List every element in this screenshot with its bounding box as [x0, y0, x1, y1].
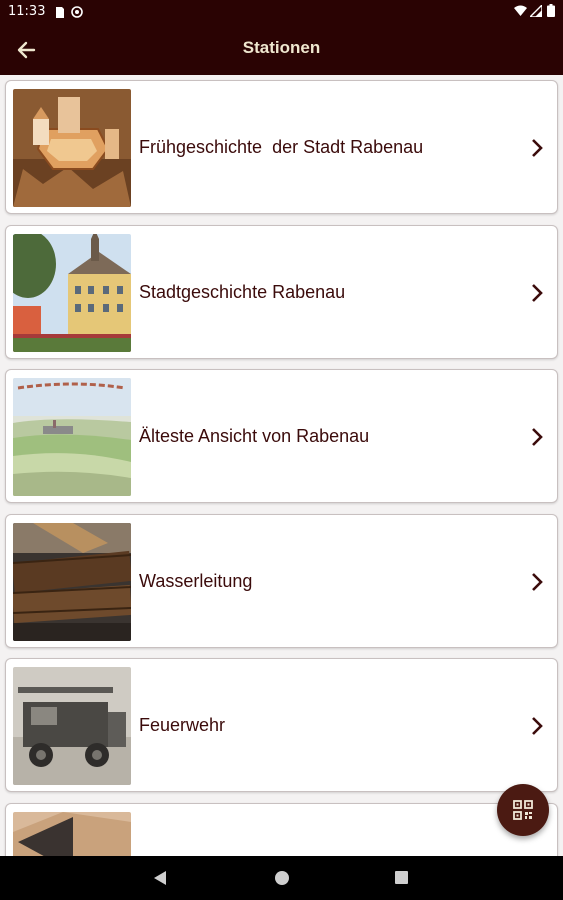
station-label: Stadtgeschichte Rabenau	[139, 282, 346, 302]
chevron-right-icon	[530, 715, 544, 737]
chevron-right-icon	[530, 426, 544, 448]
chevron-right-icon	[530, 571, 544, 593]
status-time: 11:33	[8, 4, 46, 19]
station-label: Älteste Ansicht von Rabenau	[139, 426, 370, 446]
wifi-icon	[514, 5, 527, 16]
station-card-aelteste-ansicht[interactable]: Älteste Ansicht von Rabenau	[5, 369, 558, 503]
station-card-wasserleitung[interactable]: Wasserleitung	[5, 514, 558, 648]
qr-code-icon	[513, 800, 533, 820]
home-circle-icon[interactable]	[275, 871, 289, 890]
back-triangle-icon[interactable]	[153, 870, 167, 891]
system-nav-bar	[0, 856, 563, 900]
battery-icon	[547, 4, 555, 17]
castle-model-image	[13, 89, 131, 207]
fire-truck-photo-image	[13, 667, 131, 785]
station-card-feuerwehr[interactable]: Feuerwehr	[5, 658, 558, 792]
status-bar: 11:33	[0, 0, 563, 24]
recents-square-icon[interactable]	[395, 871, 408, 889]
sim-card-icon	[54, 6, 65, 18]
qr-scan-button[interactable]	[497, 784, 549, 836]
app-bar: Stationen	[0, 24, 563, 75]
chevron-right-icon	[530, 137, 544, 159]
station-label: Wasserleitung	[139, 571, 253, 591]
station-card-stadtgeschichte[interactable]: Stadtgeschichte Rabenau	[5, 225, 558, 359]
exhibit-image	[13, 812, 131, 856]
wooden-pipe-image	[13, 523, 131, 641]
town-hall-image	[13, 234, 131, 352]
station-label: Frühgeschichte der Stadt Rabenau	[139, 137, 424, 157]
old-town-painting-image	[13, 378, 131, 496]
page-title: Stationen	[242, 38, 321, 57]
station-card-partial[interactable]	[5, 803, 558, 856]
chevron-right-icon	[530, 282, 544, 304]
station-list[interactable]: Frühgeschichte der Stadt Rabenau Stadtge…	[0, 75, 563, 856]
at-sign-icon	[71, 6, 83, 18]
station-card-fruehgeschichte[interactable]: Frühgeschichte der Stadt Rabenau	[5, 80, 558, 214]
signal-icon	[528, 3, 543, 18]
station-label: Feuerwehr	[139, 715, 226, 735]
